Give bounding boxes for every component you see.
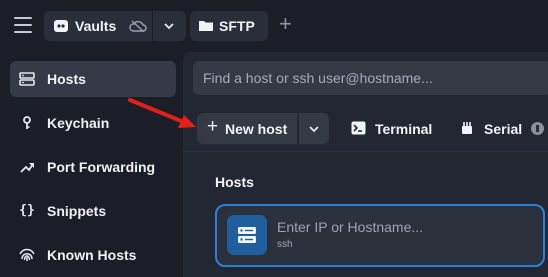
chevron-down-icon[interactable] [163, 20, 175, 32]
sidebar-item-hosts[interactable]: Hosts [10, 61, 176, 97]
annotation-arrow-icon [128, 98, 196, 128]
new-host-label: New host [225, 121, 288, 137]
search-input[interactable]: Find a host or ssh user@hostname... [193, 61, 548, 95]
sidebar-item-label: Snippets [47, 203, 107, 219]
divider [183, 151, 548, 152]
terminal-icon [351, 121, 366, 135]
sidebar-item-label: Known Hosts [47, 247, 137, 263]
tab-sftp[interactable]: SFTP [190, 11, 268, 41]
hamburger-menu-icon[interactable] [14, 17, 32, 33]
vaults-label: Vaults [75, 18, 117, 34]
sftp-label: SFTP [219, 18, 255, 34]
port-forward-icon [20, 163, 34, 173]
sidebar-item-snippets[interactable]: {} Snippets [10, 193, 176, 229]
vaults-separator [152, 11, 153, 41]
serial-icon [462, 122, 472, 134]
top-bar: Vaults SFTP + [0, 0, 548, 52]
hosts-grid-icon [19, 72, 35, 86]
server-icon [227, 215, 267, 255]
key-icon [23, 116, 31, 129]
host-card-subtitle: ssh [277, 239, 293, 250]
plus-icon: + [207, 116, 219, 137]
terminal-button[interactable]: Terminal [351, 119, 441, 139]
chevron-down-icon [309, 126, 319, 133]
search-placeholder: Find a host or ssh user@hostname... [203, 70, 433, 86]
folder-icon [199, 21, 213, 31]
plus-icon[interactable]: + [279, 13, 292, 35]
sidebar-item-port-forwarding[interactable]: Port Forwarding [10, 149, 176, 185]
fingerprint-icon [19, 248, 35, 261]
sidebar-item-label: Keychain [47, 115, 110, 131]
sidebar-item-known-hosts[interactable]: Known Hosts [10, 237, 176, 273]
sidebar-item-label: Hosts [47, 71, 86, 87]
cloud-off-icon [129, 20, 147, 32]
vault-logo-icon [54, 20, 68, 32]
host-card-title: Enter IP or Hostname... [277, 219, 424, 235]
sidebar-item-label: Port Forwarding [47, 159, 156, 175]
new-host-dropdown-button[interactable] [299, 113, 329, 144]
action-bar: + New host Terminal Serial [183, 108, 548, 148]
upgrade-badge-icon[interactable] [531, 122, 544, 135]
new-host-card[interactable]: Enter IP or Hostname... ssh [215, 204, 545, 267]
serial-label: Serial [484, 121, 523, 137]
sidebar: Hosts Keychain Port Forwarding {} Snippe… [0, 52, 183, 277]
section-title: Hosts [215, 174, 254, 190]
new-host-button[interactable]: + New host [197, 113, 297, 144]
serial-button[interactable]: Serial [459, 119, 548, 139]
braces-icon: {} [19, 203, 35, 218]
vaults-tab[interactable]: Vaults [44, 11, 186, 41]
main-panel: Find a host or ssh user@hostname... + Ne… [183, 52, 548, 277]
terminal-label: Terminal [375, 121, 433, 137]
